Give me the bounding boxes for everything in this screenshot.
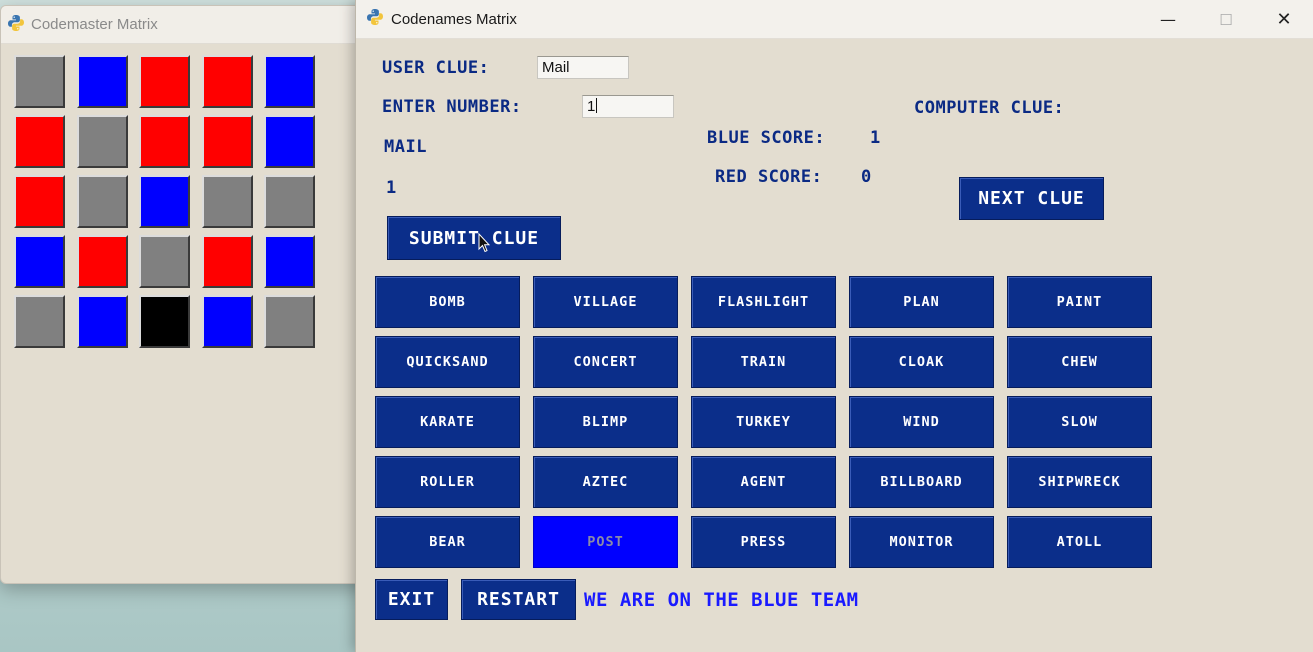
word-card-roller[interactable]: ROLLER [375,456,520,508]
word-card-karate[interactable]: KARATE [375,396,520,448]
next-clue-button[interactable]: NEXT CLUE [959,177,1104,220]
word-card-atoll[interactable]: ATOLL [1007,516,1152,568]
codenames-title: Codenames Matrix [391,10,517,28]
word-card-cloak[interactable]: CLOAK [849,336,994,388]
matrix-cell-red [14,115,65,168]
word-card-slow[interactable]: SLOW [1007,396,1152,448]
matrix-cell-red [201,55,253,108]
python-icon [7,14,25,36]
matrix-cell-blue [139,175,190,228]
red-score-label: RED SCORE: [715,167,823,187]
exit-button[interactable]: EXIT [375,579,448,620]
red-score-value: 0 [861,167,872,187]
matrix-cell-red [139,115,190,168]
close-icon[interactable]: ✕ [1255,0,1313,39]
matrix-cell-red [76,235,128,288]
word-card-aztec[interactable]: AZTEC [533,456,678,508]
enter-number-label: ENTER NUMBER: [382,97,522,117]
matrix-cell-blue [76,295,128,348]
computer-clue-label: COMPUTER CLUE: [914,98,1065,118]
matrix-cell-blue [14,235,65,288]
user-clue-input[interactable]: Mail [537,56,629,79]
codemaster-titlebar[interactable]: Codemaster Matrix [1,6,371,44]
word-card-paint[interactable]: PAINT [1007,276,1152,328]
word-card-village[interactable]: VILLAGE [533,276,678,328]
enter-number-value: 1 [587,98,596,115]
codemaster-color-matrix [14,55,315,348]
enter-number-input[interactable]: 1 [582,95,674,118]
word-card-press[interactable]: PRESS [691,516,836,568]
word-card-train[interactable]: TRAIN [691,336,836,388]
matrix-cell-red [139,55,190,108]
matrix-cell-blue [76,55,128,108]
matrix-cell-gray [14,55,65,108]
word-card-flashlight[interactable]: FLASHLIGHT [691,276,836,328]
submitted-number: 1 [386,178,397,198]
submitted-clue: MAIL [384,137,427,157]
matrix-cell-red [201,235,253,288]
maximize-icon[interactable]: ☐ [1197,0,1255,39]
matrix-cell-red [201,115,253,168]
codemaster-title: Codemaster Matrix [31,16,158,33]
word-card-bear[interactable]: BEAR [375,516,520,568]
matrix-cell-black [139,295,190,348]
team-message: WE ARE ON THE BLUE TEAM [584,589,859,611]
blue-score-label: BLUE SCORE: [707,128,826,148]
codenames-window: Codenames Matrix — ☐ ✕ USER CLUE: Mail E… [355,0,1313,652]
word-card-concert[interactable]: CONCERT [533,336,678,388]
user-clue-value: Mail [542,59,570,76]
matrix-cell-gray [139,235,190,288]
matrix-cell-gray [14,295,65,348]
word-card-billboard[interactable]: BILLBOARD [849,456,994,508]
codemaster-window: Codemaster Matrix [0,5,372,584]
word-card-chew[interactable]: CHEW [1007,336,1152,388]
word-card-blimp[interactable]: BLIMP [533,396,678,448]
codenames-titlebar[interactable]: Codenames Matrix — ☐ ✕ [356,0,1313,39]
word-card-bomb[interactable]: BOMB [375,276,520,328]
word-card-agent[interactable]: AGENT [691,456,836,508]
matrix-cell-blue [201,295,253,348]
word-board: BOMB VILLAGE FLASHLIGHT PLAN PAINT QUICKSAND C… [375,276,1152,568]
blue-score-value: 1 [870,128,881,148]
mouse-cursor-icon [478,233,490,253]
matrix-cell-blue [264,55,315,108]
user-clue-label: USER CLUE: [382,58,490,78]
matrix-cell-gray [201,175,253,228]
matrix-cell-gray [76,175,128,228]
word-card-monitor[interactable]: MONITOR [849,516,994,568]
matrix-cell-blue [264,235,315,288]
matrix-cell-gray [264,175,315,228]
matrix-cell-gray [264,295,315,348]
word-card-wind[interactable]: WIND [849,396,994,448]
matrix-cell-red [14,175,65,228]
word-card-plan[interactable]: PLAN [849,276,994,328]
restart-button[interactable]: RESTART [461,579,576,620]
minimize-icon[interactable]: — [1139,0,1197,39]
word-card-quicksand[interactable]: QUICKSAND [375,336,520,388]
word-card-post[interactable]: POST [533,516,678,568]
matrix-cell-blue [264,115,315,168]
word-card-shipwreck[interactable]: SHIPWRECK [1007,456,1152,508]
word-card-turkey[interactable]: TURKEY [691,396,836,448]
text-caret [596,98,598,113]
matrix-cell-gray [76,115,128,168]
submit-clue-button[interactable]: SUBMIT CLUE [387,216,561,260]
python-icon [366,8,384,30]
